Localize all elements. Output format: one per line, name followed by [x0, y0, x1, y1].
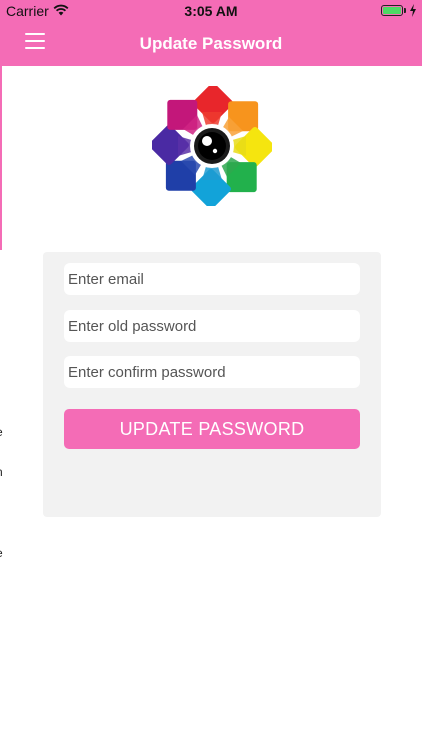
battery-level	[383, 7, 401, 14]
page-title: Update Password	[139, 34, 283, 53]
old-password-field[interactable]	[64, 310, 360, 342]
status-bar: Carrier 3:05 AM	[0, 0, 422, 22]
drawer-edge-text: e	[0, 425, 3, 439]
update-password-button[interactable]: UPDATE PASSWORD	[64, 409, 360, 449]
color-wheel-camera-logo	[152, 86, 272, 206]
battery-tip	[404, 8, 406, 13]
drawer-edge-text: e	[0, 546, 3, 560]
battery-icon	[381, 5, 403, 16]
status-time: 3:05 AM	[184, 3, 238, 19]
nav-bar: Update Password	[0, 22, 422, 66]
confirm-password-field[interactable]	[64, 356, 360, 388]
side-drawer-edge[interactable]	[0, 66, 2, 250]
charging-bolt-icon	[410, 4, 416, 17]
drawer-edge-text: n	[0, 465, 3, 479]
email-field[interactable]	[64, 263, 360, 295]
